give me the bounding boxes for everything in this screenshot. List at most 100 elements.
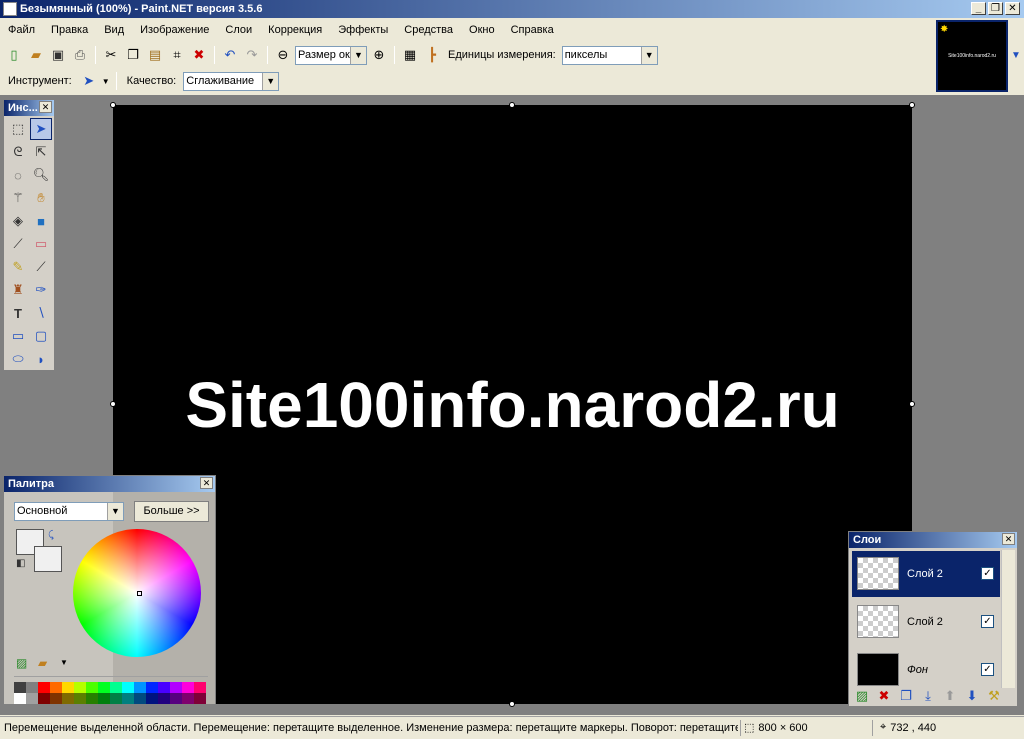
rectangle-select-tool-icon[interactable]: ⬚	[7, 118, 29, 140]
color-swatch[interactable]	[26, 693, 38, 704]
color-swatch[interactable]	[50, 693, 62, 704]
color-swatch[interactable]	[122, 693, 134, 704]
move-selected-tool-icon[interactable]: ⇱	[30, 141, 52, 163]
layer-row[interactable]: Фон ✓	[852, 647, 1000, 686]
canvas[interactable]: Site100info.narod2.ru	[113, 105, 912, 704]
duplicate-layer-icon[interactable]: ❐	[897, 687, 915, 705]
crop-icon[interactable]: ⌗	[167, 45, 187, 65]
menu-view[interactable]: Вид	[96, 20, 132, 40]
move-selection-tool-icon[interactable]: ➤	[30, 118, 52, 140]
color-swatch[interactable]	[170, 682, 182, 693]
layer-visibility-checkbox[interactable]: ✓	[981, 615, 994, 628]
color-swatch[interactable]	[74, 682, 86, 693]
minimize-button[interactable]: _	[971, 2, 986, 15]
secondary-color-swatch[interactable]	[34, 546, 62, 572]
color-swatch[interactable]	[86, 693, 98, 704]
redo-icon[interactable]: ↷	[242, 45, 262, 65]
color-swatch[interactable]	[50, 682, 62, 693]
cut-icon[interactable]: ✂	[101, 45, 121, 65]
menu-help[interactable]: Справка	[503, 20, 562, 40]
palette-menu-icon[interactable]: ▰	[38, 656, 47, 670]
resize-handle[interactable]	[110, 102, 116, 108]
paste-icon[interactable]: ▤	[145, 45, 165, 65]
deselect-icon[interactable]: ✖	[189, 45, 209, 65]
color-swatch[interactable]	[134, 693, 146, 704]
color-swatch[interactable]	[14, 693, 26, 704]
grid-icon[interactable]: ▦	[400, 45, 420, 65]
move-layer-up-icon[interactable]: ⬆	[941, 687, 959, 705]
close-icon[interactable]: ✕	[39, 101, 52, 113]
resize-handle[interactable]	[110, 401, 116, 407]
color-swatch[interactable]	[14, 682, 26, 693]
clone-stamp-tool-icon[interactable]: ♜	[7, 279, 29, 301]
color-swatch[interactable]	[86, 682, 98, 693]
menu-effects[interactable]: Эффекты	[330, 20, 396, 40]
freeform-shape-tool-icon[interactable]: ◗	[30, 348, 52, 370]
layer-row[interactable]: Слой 2 ✓	[852, 551, 1000, 597]
text-tool-icon[interactable]: T	[7, 302, 29, 324]
color-swatch[interactable]	[170, 693, 182, 704]
color-swatch[interactable]	[98, 693, 110, 704]
move-layer-down-icon[interactable]: ⬇	[963, 687, 981, 705]
ellipse-tool-icon[interactable]: ⬭	[7, 348, 29, 370]
color-swatch[interactable]	[74, 693, 86, 704]
print-icon[interactable]: ⎙	[70, 45, 90, 65]
color-swatch[interactable]	[182, 693, 194, 704]
color-swatch[interactable]	[158, 682, 170, 693]
color-picker-tool-icon[interactable]: ⟋	[30, 256, 52, 278]
menu-edit[interactable]: Правка	[43, 20, 96, 40]
scroll-down-icon[interactable]: ▼	[1011, 50, 1021, 61]
menu-adjustments[interactable]: Коррекция	[260, 20, 330, 40]
chevron-down-icon[interactable]: ▼	[60, 658, 68, 667]
color-swatch[interactable]	[158, 693, 170, 704]
rectangle-tool-icon[interactable]: ▭	[7, 325, 29, 347]
color-swatch[interactable]	[38, 682, 50, 693]
resize-handle[interactable]	[909, 401, 915, 407]
more-button[interactable]: Больше >>	[134, 501, 209, 522]
merge-layer-down-icon[interactable]: ⤓	[919, 687, 937, 705]
paintbrush-tool-icon[interactable]: ⟋	[7, 233, 29, 255]
save-icon[interactable]: ▣	[48, 45, 68, 65]
color-swatch[interactable]	[182, 682, 194, 693]
move-selection-tool-icon[interactable]: ➤	[79, 71, 99, 91]
color-swatch[interactable]	[146, 682, 158, 693]
color-swatch[interactable]	[122, 682, 134, 693]
palette-mode-select[interactable]: Основной ▼	[14, 502, 124, 521]
resize-handle[interactable]	[909, 102, 915, 108]
undo-icon[interactable]: ↶	[220, 45, 240, 65]
copy-icon[interactable]: ❐	[123, 45, 143, 65]
color-swatch[interactable]	[146, 693, 158, 704]
ruler-icon[interactable]: ┣	[422, 45, 442, 65]
delete-layer-icon[interactable]: ✖	[875, 687, 893, 705]
color-swatch[interactable]	[194, 682, 206, 693]
chevron-down-icon[interactable]: ▼	[102, 77, 110, 86]
add-color-icon[interactable]: ▨	[16, 656, 27, 670]
layer-visibility-checkbox[interactable]: ✓	[981, 567, 994, 580]
quality-select[interactable]: Сглаживание ▼	[183, 71, 280, 91]
image-thumbnail[interactable]: ✸ Site100info.narod2.ru	[936, 20, 1008, 92]
open-folder-icon[interactable]: ▰	[26, 45, 46, 65]
lasso-select-tool-icon[interactable]: ᘓ	[7, 141, 29, 163]
zoom-in-icon[interactable]: ⊕	[369, 45, 389, 65]
layers-scrollbar[interactable]	[1001, 550, 1015, 688]
units-select[interactable]: пикселы ▼	[561, 45, 658, 65]
eraser-tool-icon[interactable]: ▭	[30, 233, 52, 255]
pencil-tool-icon[interactable]: ✎	[7, 256, 29, 278]
rounded-rectangle-tool-icon[interactable]: ▢	[30, 325, 52, 347]
menu-layers[interactable]: Слои	[217, 20, 260, 40]
zoom-select[interactable]: Размер окн ▼	[295, 45, 367, 65]
menu-utilities[interactable]: Средства	[396, 20, 461, 40]
new-file-icon[interactable]: ▯	[4, 45, 24, 65]
color-swatch[interactable]	[134, 682, 146, 693]
menu-window[interactable]: Окно	[461, 20, 503, 40]
resize-handle[interactable]	[509, 701, 515, 707]
line-curve-tool-icon[interactable]: ∖	[30, 302, 52, 324]
color-swatch[interactable]	[194, 693, 206, 704]
color-swatch[interactable]	[98, 682, 110, 693]
menu-file[interactable]: Файл	[0, 20, 43, 40]
menu-image[interactable]: Изображение	[132, 20, 217, 40]
recolor-tool-icon[interactable]: ✑	[30, 279, 52, 301]
paint-bucket-tool-icon[interactable]: ◈	[7, 210, 29, 232]
add-layer-icon[interactable]: ▨	[853, 687, 871, 705]
zoom-out-icon[interactable]: ⊖	[273, 45, 293, 65]
